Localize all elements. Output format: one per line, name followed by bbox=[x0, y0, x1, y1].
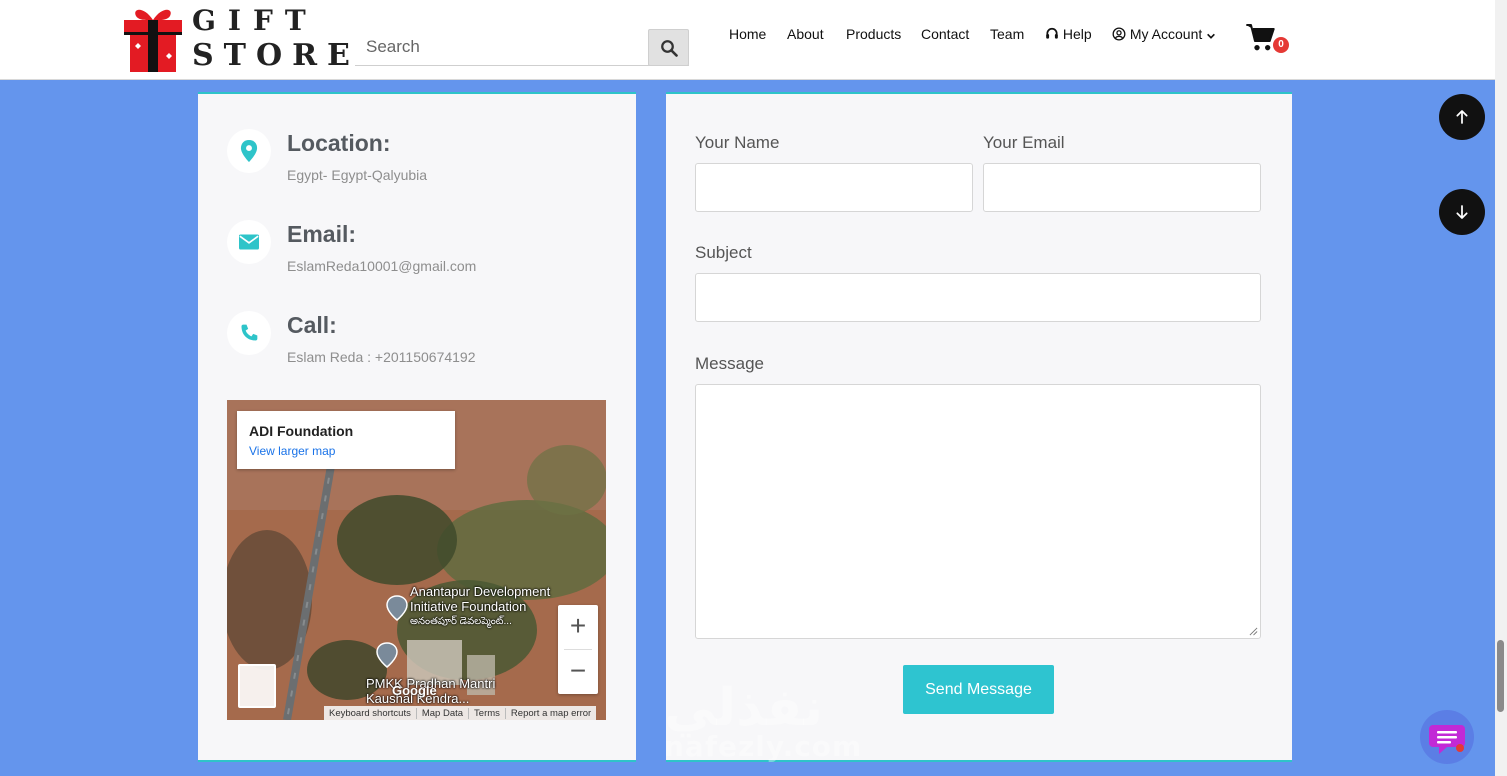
call-icon-wrap bbox=[227, 311, 271, 355]
subject-label: Subject bbox=[695, 243, 752, 262]
watermark-arabic: نفذلي bbox=[664, 678, 824, 738]
call-value[interactable]: Eslam Reda : +201150674192 bbox=[287, 349, 476, 365]
nav-contact[interactable]: Contact bbox=[921, 26, 969, 42]
nav-team[interactable]: Team bbox=[990, 26, 1024, 42]
map-place-card: ADI Foundation View larger map bbox=[237, 411, 455, 469]
email-value[interactable]: EslamReda10001@gmail.com bbox=[287, 258, 476, 274]
name-label: Your Name bbox=[695, 133, 780, 152]
nav-help-label: Help bbox=[1062, 26, 1092, 42]
zoom-out-button[interactable]: − bbox=[558, 650, 598, 694]
logo-line-1: GIFT bbox=[192, 4, 318, 37]
map-marker-icon bbox=[240, 140, 258, 162]
send-message-button[interactable]: Send Message bbox=[903, 665, 1054, 714]
map-footer: Keyboard shortcuts Map Data Terms Report… bbox=[324, 706, 597, 720]
site-logo[interactable]: GIFT STORE bbox=[122, 4, 350, 74]
nav-help[interactable]: Help bbox=[1045, 26, 1092, 42]
email-label: Your Email bbox=[983, 133, 1065, 152]
location-title: Location: bbox=[287, 130, 391, 156]
keyboard-shortcuts-link[interactable]: Keyboard shortcuts bbox=[324, 708, 416, 719]
watermark-latin: nafezly.com bbox=[664, 730, 863, 763]
location-icon-wrap bbox=[227, 129, 271, 173]
view-larger-map-link[interactable]: View larger map bbox=[249, 444, 335, 458]
report-map-error-link[interactable]: Report a map error bbox=[504, 707, 596, 719]
embedded-map[interactable]: ADI Foundation View larger map Anantapur… bbox=[227, 400, 606, 720]
map-label-pmkk: PMKK Pradhan Mantri Kaushal Kendra... bbox=[366, 676, 496, 706]
search-button[interactable] bbox=[648, 29, 689, 66]
location-value: Egypt- Egypt-Qalyubia bbox=[287, 167, 428, 183]
headset-icon bbox=[1046, 27, 1058, 39]
map-label-adi-text: Anantapur Development Initiative Foundat… bbox=[410, 584, 551, 614]
email-field[interactable] bbox=[983, 163, 1261, 212]
nav-products[interactable]: Products bbox=[846, 26, 901, 42]
logo-line-2: STORE bbox=[192, 38, 360, 73]
map-label-adi: Anantapur Development Initiative Foundat… bbox=[410, 584, 570, 629]
user-circle-icon bbox=[1112, 27, 1126, 41]
map-data-link[interactable]: Map Data bbox=[415, 707, 468, 719]
gift-logo-icon bbox=[124, 9, 182, 72]
chat-widget-button[interactable] bbox=[1420, 710, 1474, 764]
site-header: GIFT STORE Home About Products Contact T… bbox=[0, 0, 1495, 80]
search-input[interactable] bbox=[355, 29, 648, 65]
watermark: نفذلي nafezly.com bbox=[664, 680, 862, 763]
chat-icon bbox=[1429, 725, 1465, 754]
map-zoom-control: + − bbox=[558, 605, 598, 694]
search-bar bbox=[355, 29, 689, 66]
page-scrollbar[interactable] bbox=[1495, 0, 1507, 776]
message-textarea[interactable] bbox=[695, 384, 1261, 639]
nav-home[interactable]: Home bbox=[729, 26, 766, 42]
name-field[interactable] bbox=[695, 163, 973, 212]
subject-field[interactable] bbox=[695, 273, 1261, 322]
message-label: Message bbox=[695, 354, 764, 373]
resize-grip-icon[interactable] bbox=[1249, 627, 1258, 636]
zoom-in-button[interactable]: + bbox=[558, 605, 598, 649]
nav-about[interactable]: About bbox=[787, 26, 824, 42]
phone-icon bbox=[241, 324, 258, 341]
map-place-name: ADI Foundation bbox=[249, 423, 354, 439]
map-label-adi-native: అనంతపూర్ డెవలప్మెంట్... bbox=[410, 616, 512, 627]
email-title: Email: bbox=[287, 221, 357, 247]
envelope-icon bbox=[239, 234, 259, 250]
contact-form-card: Your Name Your Email Subject Message Sen… bbox=[666, 92, 1292, 762]
cart-count-badge: 0 bbox=[1273, 37, 1289, 53]
scroll-down-button[interactable] bbox=[1439, 189, 1485, 235]
contact-info-card: Location: Egypt- Egypt-Qalyubia Email: E… bbox=[198, 92, 636, 762]
arrow-up-icon bbox=[1456, 110, 1468, 124]
shopping-cart-icon bbox=[1246, 24, 1275, 51]
scroll-up-button[interactable] bbox=[1439, 94, 1485, 140]
cart-button[interactable]: 0 bbox=[1245, 21, 1293, 55]
call-title: Call: bbox=[287, 312, 337, 338]
arrow-down-icon bbox=[1456, 205, 1468, 219]
nav-my-account-label: My Account bbox=[1129, 26, 1203, 42]
email-icon-wrap bbox=[227, 220, 271, 264]
search-icon bbox=[660, 39, 678, 57]
nav-my-account[interactable]: My Account bbox=[1112, 26, 1216, 42]
terms-link[interactable]: Terms bbox=[468, 707, 505, 719]
chevron-down-icon bbox=[1207, 33, 1216, 39]
google-logo: Google bbox=[392, 683, 437, 698]
map-type-toggle[interactable] bbox=[238, 664, 276, 708]
scrollbar-thumb[interactable] bbox=[1497, 640, 1504, 712]
